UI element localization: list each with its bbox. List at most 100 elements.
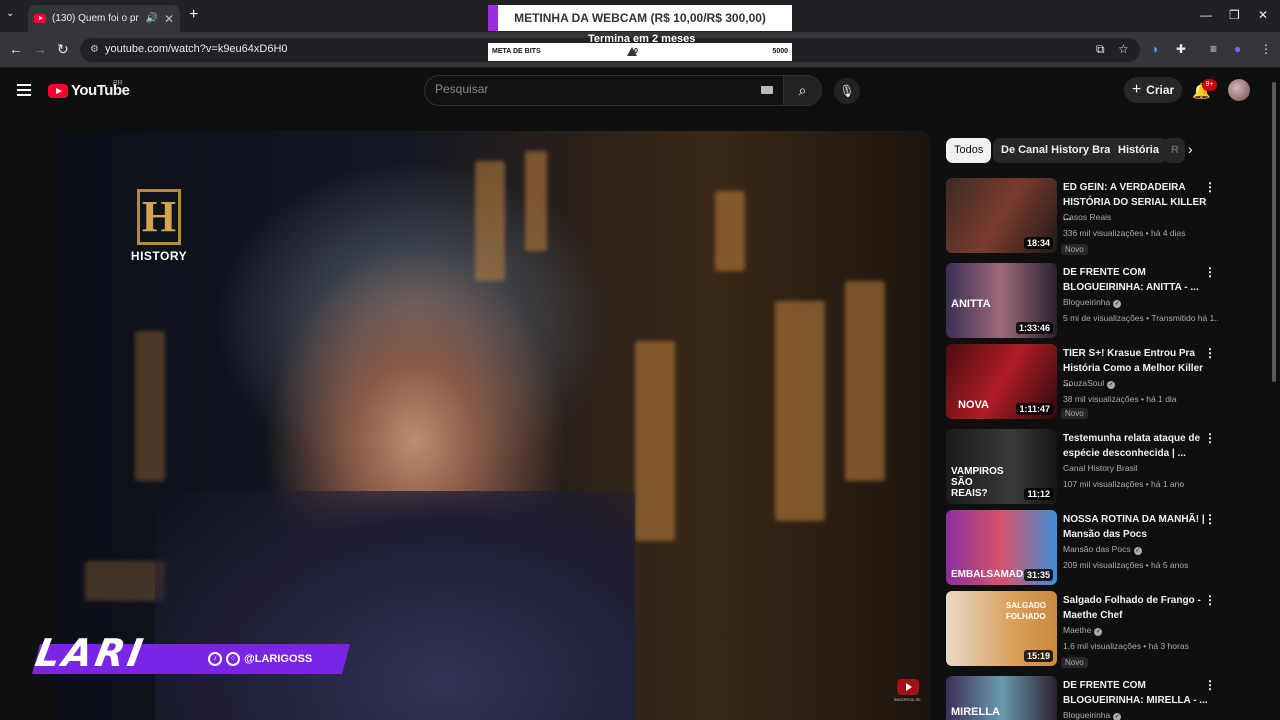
instagram-icon: ○: [226, 652, 240, 666]
page-scrollbar[interactable]: [1272, 82, 1276, 382]
restore-button[interactable]: ❐: [1229, 8, 1240, 22]
video-title[interactable]: Testemunha relata ataque de espécie desc…: [1063, 431, 1213, 461]
browser-menu-icon[interactable]: ⋮: [1260, 42, 1272, 56]
video-player[interactable]: H HISTORY INSCREVA-SE: [55, 131, 930, 720]
keyboard-icon[interactable]: [761, 86, 773, 94]
browser-tab-youtube[interactable]: (130) Quem foi o primeiro 🔊 ✕: [28, 5, 180, 32]
forward-button[interactable]: →: [33, 41, 47, 57]
video-duration: 15:19: [1023, 650, 1053, 662]
video-title[interactable]: Salgado Folhado de Frango - Maethe Chef: [1063, 593, 1213, 623]
verified-icon: ✓: [1133, 547, 1142, 555]
video-meta: 1,6 mil visualizações • há 3 horas: [1063, 641, 1189, 651]
back-button[interactable]: ←: [9, 41, 23, 57]
list-item[interactable]: SALGADO FOLHADO 15:19 Salgado Folhado de …: [946, 591, 1266, 669]
history-logo-text: HISTORY: [130, 249, 188, 263]
chip-historia[interactable]: História: [1110, 138, 1167, 163]
close-tab-icon[interactable]: ✕: [164, 12, 174, 26]
channel-name-text: Maethe: [1063, 625, 1092, 635]
youtube-logo[interactable]: YouTube BR: [48, 80, 130, 99]
channel-name[interactable]: Blogueirinha ✓: [1063, 297, 1122, 308]
video-title[interactable]: NOSSA ROTINA DA MANHÃ! | Mansão das Pocs: [1063, 512, 1213, 542]
more-options-icon[interactable]: ⋮: [1204, 678, 1216, 692]
chip-todos[interactable]: Todos: [946, 138, 992, 163]
new-badge: Novo: [1061, 244, 1088, 255]
list-item[interactable]: 18:34 ED GEIN: A VERDADEIRA HISTÓRIA DO …: [946, 178, 1266, 256]
thumbnail-text: NOVA: [958, 399, 989, 411]
voice-search-button[interactable]: 🎙: [834, 78, 860, 104]
video-title[interactable]: DE FRENTE COM BLOGUEIRINHA: MIRELLA - ..…: [1063, 678, 1213, 708]
channel-name[interactable]: Blogueirinha ✓: [1063, 710, 1122, 720]
webcam-goal-text: METINHA DA WEBCAM (R$ 10,00/R$ 300,00): [514, 11, 766, 25]
subscribe-watermark-icon[interactable]: [897, 679, 919, 695]
chevron-right-icon[interactable]: ›: [1188, 141, 1193, 157]
extension-icon[interactable]: ◗: [1152, 42, 1159, 56]
video-thumbnail[interactable]: EMBALSAMADA 31:35: [946, 510, 1057, 585]
country-code: BR: [113, 80, 123, 87]
youtube-play-icon: [48, 83, 68, 98]
video-thumbnail[interactable]: SALGADO FOLHADO 15:19: [946, 591, 1057, 666]
bits-goal-label: META DE BITS: [492, 48, 541, 55]
video-thumbnail[interactable]: VAMPIROS SÃO REAIS? 11:12: [946, 429, 1057, 504]
video-meta: 107 mil visualizações • há 1 ano: [1063, 479, 1185, 489]
thumbnail-text: ANITTA: [951, 298, 991, 310]
microphone-icon: 🎙: [839, 84, 855, 98]
list-item[interactable]: MIRELLA DE FRENTE COM BLOGUEIRINHA: MIRE…: [946, 676, 1266, 720]
search-input[interactable]: [435, 82, 735, 96]
speaker-icon[interactable]: 🔊: [145, 13, 157, 24]
tab-search-dropdown-icon[interactable]: ⌄: [6, 8, 14, 19]
list-item[interactable]: ANITTA 1:33:46 DE FRENTE COM BLOGUEIRINHA…: [946, 263, 1266, 341]
more-options-icon[interactable]: ⋮: [1204, 180, 1216, 194]
search-button[interactable]: ⌕: [784, 75, 822, 106]
more-options-icon[interactable]: ⋮: [1204, 431, 1216, 445]
more-options-icon[interactable]: ⋮: [1204, 512, 1216, 526]
handle-text: @LARIGOSS: [244, 653, 313, 665]
create-button[interactable]: + Criar: [1124, 77, 1182, 103]
close-window-button[interactable]: ✕: [1258, 8, 1268, 22]
chip-partial[interactable]: R: [1163, 138, 1185, 163]
new-badge: Novo: [1061, 657, 1088, 668]
video-duration: 1:11:47: [1016, 403, 1053, 415]
bits-target: 5000: [772, 48, 788, 55]
media-control-icon[interactable]: ≡: [1210, 42, 1217, 56]
channel-name[interactable]: Mansão das Pocs ✓: [1063, 544, 1142, 555]
extensions-puzzle-icon[interactable]: ✚: [1176, 42, 1186, 56]
search-box[interactable]: [424, 75, 784, 106]
thumbnail-text: SALGADO FOLHADO: [1006, 601, 1046, 621]
verified-icon: ✓: [1113, 300, 1122, 308]
new-badge: Novo: [1061, 408, 1088, 419]
new-tab-button[interactable]: +: [189, 6, 198, 24]
more-options-icon[interactable]: ⋮: [1204, 265, 1216, 279]
list-item[interactable]: EMBALSAMADA 31:35 NOSSA ROTINA DA MANHÃ! …: [946, 510, 1266, 588]
profile-icon[interactable]: ●: [1234, 42, 1241, 56]
reload-button[interactable]: ↻: [57, 41, 69, 58]
channel-name-text: Mansão das Pocs: [1063, 544, 1131, 554]
video-thumbnail[interactable]: NOVA 1:11:47: [946, 344, 1057, 419]
video-duration: 1:33:46: [1015, 322, 1053, 334]
minimize-button[interactable]: —: [1200, 8, 1212, 22]
list-item[interactable]: NOVA 1:11:47 TIER S+! Krasue Entrou Pra H…: [946, 344, 1266, 422]
more-options-icon[interactable]: ⋮: [1204, 346, 1216, 360]
tiktok-icon: ♪: [208, 652, 222, 666]
avatar[interactable]: [1228, 79, 1250, 101]
video-thumbnail[interactable]: 18:34: [946, 178, 1057, 253]
channel-name[interactable]: Casos Reais: [1063, 212, 1111, 222]
webcam-goal-banner: METINHA DA WEBCAM (R$ 10,00/R$ 300,00): [488, 5, 792, 31]
video-thumbnail[interactable]: ANITTA 1:33:46: [946, 263, 1057, 338]
site-info-icon[interactable]: ⚙: [90, 44, 99, 55]
install-app-icon[interactable]: ⧉: [1096, 42, 1105, 57]
list-item[interactable]: VAMPIROS SÃO REAIS? 11:12 Testemunha rela…: [946, 429, 1266, 507]
video-meta: 5 mi de visualizações • Transmitido há 1…: [1063, 313, 1218, 323]
video-thumbnail[interactable]: MIRELLA: [946, 676, 1057, 720]
channel-name[interactable]: SouzaSoul ✓: [1063, 378, 1116, 389]
guide-menu-button[interactable]: [17, 84, 31, 96]
tab-title: (130) Quem foi o primeiro: [52, 13, 139, 24]
video-title[interactable]: DE FRENTE COM BLOGUEIRINHA: ANITTA - ...: [1063, 265, 1213, 295]
channel-name[interactable]: Maethe ✓: [1063, 625, 1103, 636]
channel-name-text: SouzaSoul: [1063, 378, 1105, 388]
channel-name[interactable]: Canal History Brasil: [1063, 463, 1138, 473]
more-options-icon[interactable]: ⋮: [1204, 593, 1216, 607]
streamer-social-handle: ♪ ○ @LARIGOSS: [208, 652, 312, 666]
url-text[interactable]: youtube.com/watch?v=k9eu64xD6H0: [105, 43, 288, 55]
history-h-icon: H: [137, 189, 181, 245]
bookmark-star-icon[interactable]: ☆: [1118, 42, 1129, 56]
